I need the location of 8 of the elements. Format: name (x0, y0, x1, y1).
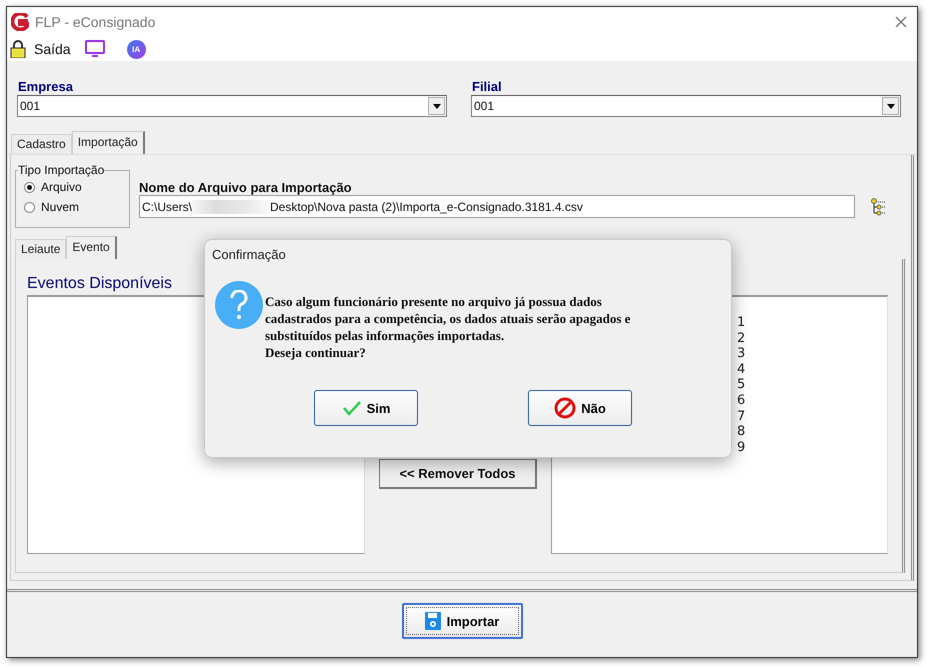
window-title: FLP - eConsignado (35, 14, 156, 30)
group-title: Tipo Importação (18, 163, 104, 177)
dialog-title: Confirmação (211, 246, 287, 264)
section-title: Eventos Disponíveis (27, 275, 172, 294)
field-label: Empresa (18, 79, 74, 95)
field-label: Filial (472, 79, 503, 95)
dialog-message: Caso algum funcionário presente no arquivo já possua dados cadastrados para a competência, os dados atuais serão apagados e substituídos pelas informações importadas. Deseja continuar? (265, 293, 630, 361)
field-label: Nome do Arquivo para Importação (139, 180, 353, 195)
